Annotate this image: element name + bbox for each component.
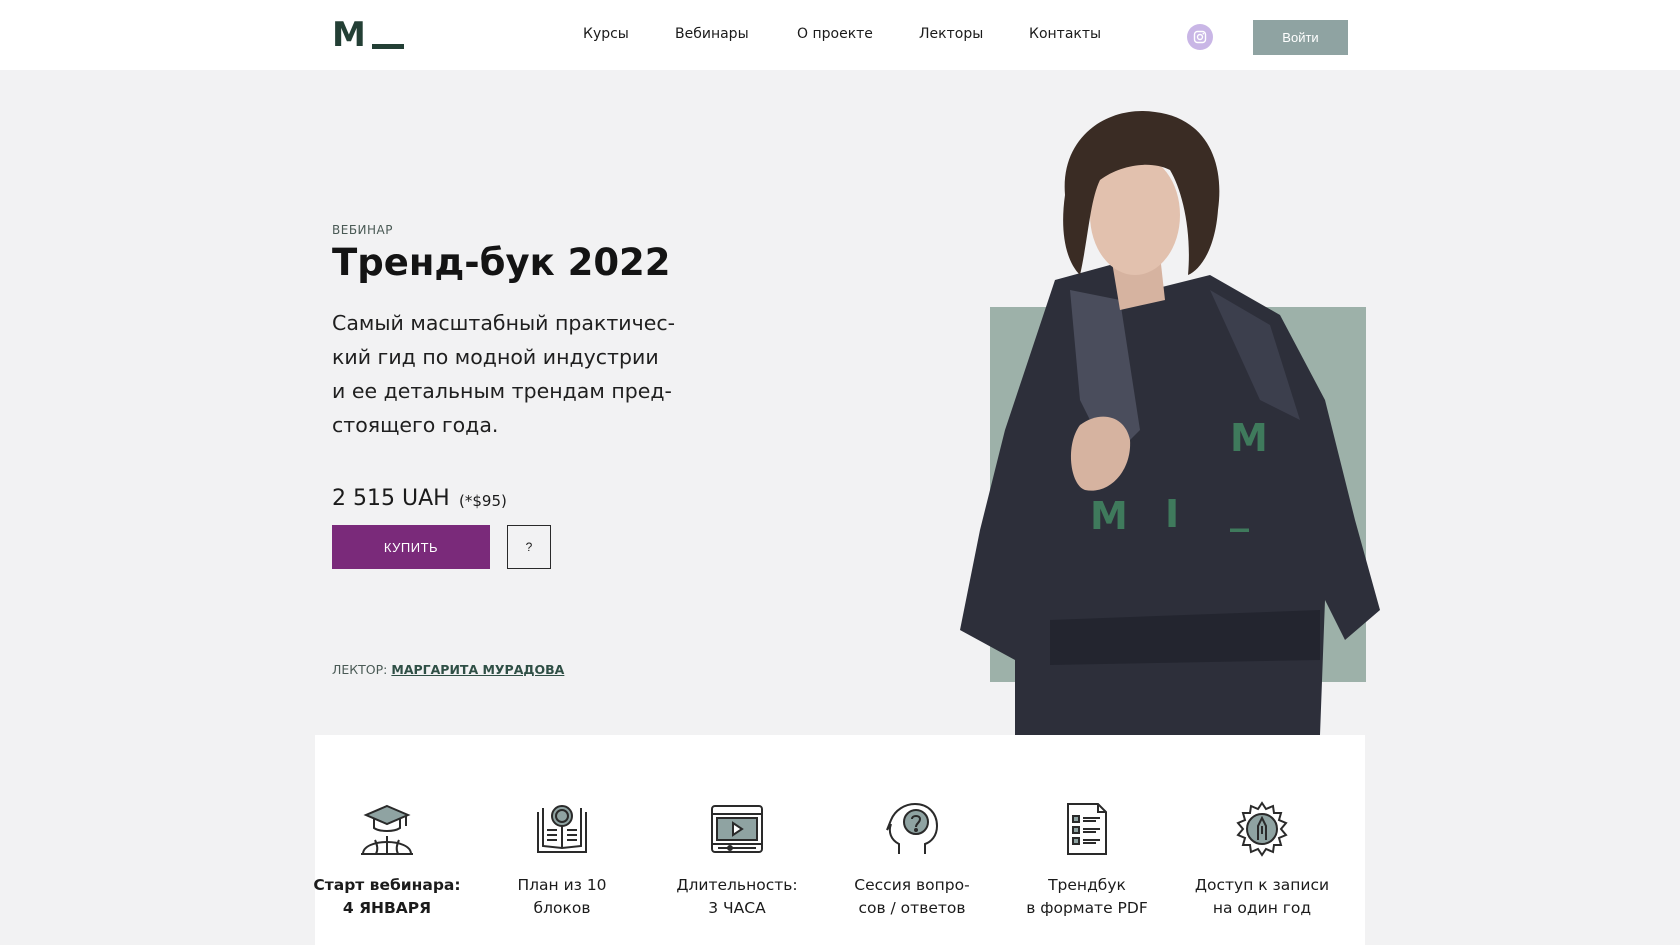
logo-underscore (372, 44, 404, 49)
description-line: и ее детальным трендам пред- (332, 379, 672, 403)
feature-line: Старт вебинара: (313, 876, 461, 894)
buy-button[interactable]: КУПИТЬ (332, 525, 490, 569)
description-line: стоящего года. (332, 413, 499, 437)
feature-line: 4 ЯНВАРЯ (342, 899, 432, 917)
overlay-letter: M (1090, 494, 1128, 538)
feature-text: План из 10 блоков (477, 874, 647, 920)
feature-line: в формате PDF (1026, 899, 1148, 917)
feature-text: Трендбук в формате PDF (1002, 874, 1172, 920)
price-uah: 2 515 UAH (332, 486, 450, 511)
nav-lecturers[interactable]: Лекторы (919, 26, 983, 42)
features-panel: Старт вебинара: 4 ЯНВАРЯ План из 10 блок… (313, 735, 1365, 945)
video-player-icon (711, 805, 763, 853)
book-search-icon (537, 805, 587, 853)
instagram-icon[interactable] (1187, 24, 1213, 50)
nav-courses[interactable]: Курсы (583, 26, 629, 42)
feature-duration: Длительность: 3 ЧАСА (652, 800, 822, 920)
gear-pen-icon (1236, 801, 1288, 857)
feature-text: Доступ к записи на один год (1177, 874, 1347, 920)
document-list-icon (1067, 803, 1107, 855)
nav-about[interactable]: О проекте (797, 26, 873, 42)
overlay-letter: M (1230, 416, 1268, 460)
head-question-icon (886, 802, 939, 854)
feature-access: Доступ к записи на один год (1177, 800, 1347, 920)
description-line: Самый масштабный практичес- (332, 311, 676, 335)
feature-text: Сессия вопро- сов / ответов (827, 874, 997, 920)
feature-line: План из 10 (517, 876, 607, 894)
description-line: кий гид по модной индустрии (332, 345, 659, 369)
graduation-globe-icon (361, 804, 413, 855)
overlay-letter: _ (1230, 488, 1249, 532)
lector-label: ЛЕКТОР: (332, 662, 388, 677)
lector-line: ЛЕКТОР: МАРГАРИТА МУРАДОВА (332, 662, 564, 677)
lector-name-link[interactable]: МАРГАРИТА МУРАДОВА (391, 662, 564, 677)
feature-line: Доступ к записи (1194, 876, 1330, 894)
overlay-letter: I (1165, 492, 1180, 536)
hero-kicker: ВЕБИНАР (332, 223, 393, 237)
page-title: Тренд-бук 2022 (332, 241, 671, 284)
feature-line: Трендбук (1048, 876, 1126, 894)
feature-line: Сессия вопро- (854, 876, 970, 894)
feature-text: Длительность: 3 ЧАСА (652, 874, 822, 920)
feature-pdf: Трендбук в формате PDF (1002, 800, 1172, 920)
feature-start: Старт вебинара: 4 ЯНВАРЯ (302, 800, 472, 920)
price-usd: (*$95) (459, 492, 507, 510)
feature-plan: План из 10 блоков (477, 800, 647, 920)
hero-description: Самый масштабный практичес- кий гид по м… (332, 306, 712, 442)
site-header: M Курсы Вебинары О проекте Лекторы Конта… (0, 0, 1680, 70)
feature-line: сов / ответов (858, 899, 966, 917)
site-logo[interactable]: M (332, 16, 404, 54)
nav-webinars[interactable]: Вебинары (675, 26, 749, 42)
logo-letter: M (332, 15, 366, 55)
feature-text: Старт вебинара: 4 ЯНВАРЯ (302, 874, 472, 920)
hero-model-image (960, 100, 1400, 735)
feature-line: 3 ЧАСА (708, 899, 766, 917)
feature-line: Длительность: (676, 876, 798, 894)
nav-contacts[interactable]: Контакты (1029, 26, 1101, 42)
feature-line: блоков (533, 899, 591, 917)
help-button[interactable]: ? (507, 525, 551, 569)
feature-line: на один год (1212, 899, 1312, 917)
login-button[interactable]: Войти (1253, 20, 1348, 55)
feature-qa: Сессия вопро- сов / ответов (827, 800, 997, 920)
